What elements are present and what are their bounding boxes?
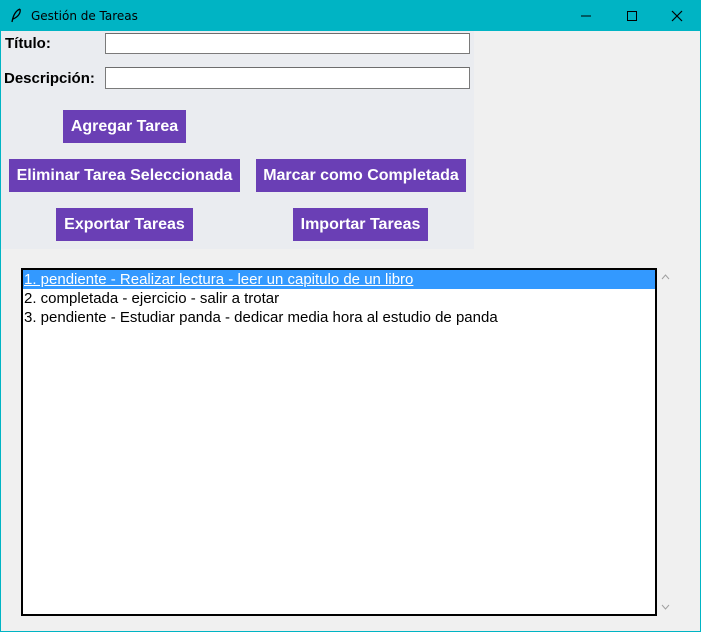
add-task-button[interactable]: Agregar Tarea xyxy=(63,110,186,143)
scroll-up-icon[interactable] xyxy=(661,274,670,280)
minimize-button[interactable] xyxy=(563,1,609,31)
close-icon xyxy=(671,10,683,22)
scroll-down-icon[interactable] xyxy=(661,604,670,610)
maximize-icon xyxy=(627,11,637,21)
task-list[interactable]: 1. pendiente - Realizar lectura - leer u… xyxy=(21,268,657,616)
import-tasks-button[interactable]: Importar Tareas xyxy=(293,208,428,241)
export-tasks-button[interactable]: Exportar Tareas xyxy=(56,208,193,241)
main-content: Título: Descripción: Agregar Tarea Elimi… xyxy=(1,31,700,631)
close-button[interactable] xyxy=(654,1,700,31)
list-item[interactable]: 2. completada - ejercicio - salir a trot… xyxy=(23,289,655,308)
delete-selected-task-button[interactable]: Eliminar Tarea Seleccionada xyxy=(9,159,240,192)
titulo-input[interactable] xyxy=(105,33,470,54)
app-window: Gestión de Tareas Título: Descripción: A… xyxy=(0,0,701,632)
title-bar[interactable]: Gestión de Tareas xyxy=(1,1,700,31)
minimize-icon xyxy=(581,15,591,17)
list-item[interactable]: 1. pendiente - Realizar lectura - leer u… xyxy=(23,270,655,289)
descripcion-input[interactable] xyxy=(105,67,470,89)
list-item[interactable]: 3. pendiente - Estudiar panda - dedicar … xyxy=(23,308,655,327)
feather-icon xyxy=(9,8,23,24)
mark-completed-button[interactable]: Marcar como Completada xyxy=(256,159,466,192)
window-title: Gestión de Tareas xyxy=(31,9,138,23)
descripcion-label: Descripción: xyxy=(4,70,95,87)
maximize-button[interactable] xyxy=(609,1,655,31)
task-list-scrollbar[interactable] xyxy=(657,268,674,616)
titulo-label: Título: xyxy=(5,35,51,52)
form-panel: Título: Descripción: Agregar Tarea Elimi… xyxy=(1,31,474,249)
